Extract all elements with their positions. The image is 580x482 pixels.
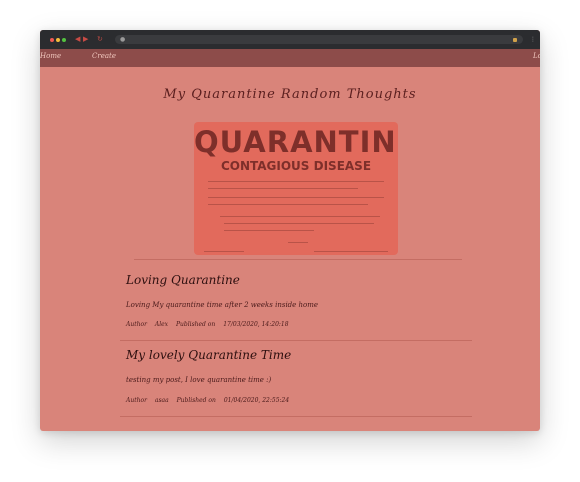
page-title: My Quarantine Random Thoughts xyxy=(163,87,417,102)
browser-window: ◀ ▶ ↻ ● ⋮ Home Create Lo My Quarantine R… xyxy=(40,30,540,431)
post-meta: Author asaa Published on 01/04/2020, 22:… xyxy=(126,397,295,404)
address-bar[interactable] xyxy=(115,35,523,44)
post-body: testing my post, I love quarantine time … xyxy=(126,376,272,384)
minimize-window-button[interactable] xyxy=(56,38,60,42)
menu-icon[interactable]: ⋮ xyxy=(530,36,536,43)
nav-home-link[interactable]: Home xyxy=(40,52,61,60)
extension-icon[interactable] xyxy=(513,38,517,42)
browser-toolbar: ◀ ▶ ↻ ● ⋮ xyxy=(40,30,540,49)
post-body: Loving My quarantine time after 2 weeks … xyxy=(126,301,319,309)
poster-title: QUARANTINE xyxy=(194,125,398,159)
author-name: Alex xyxy=(154,321,169,328)
published-date: 17/03/2020, 14:20:18 xyxy=(223,321,289,328)
author-label: Author xyxy=(126,321,147,328)
maximize-window-button[interactable] xyxy=(62,38,66,42)
post-meta: Author Alex Published on 17/03/2020, 14:… xyxy=(126,321,295,328)
back-arrow-icon[interactable]: ◀ xyxy=(75,35,80,43)
published-label: Published on xyxy=(176,397,216,404)
divider xyxy=(120,416,472,417)
reload-icon[interactable]: ↻ xyxy=(97,35,103,43)
author-label: Author xyxy=(126,397,147,404)
author-name: asaa xyxy=(154,397,169,404)
post-title[interactable]: Loving Quarantine xyxy=(126,273,240,287)
forward-arrow-icon[interactable]: ▶ xyxy=(83,35,88,43)
nav-logout-link[interactable]: Lo xyxy=(533,52,540,60)
poster-subtitle: CONTAGIOUS DISEASE xyxy=(220,159,372,173)
site-navbar: Home Create Lo xyxy=(40,49,540,67)
published-label: Published on xyxy=(175,321,216,328)
divider xyxy=(120,340,472,341)
post-title[interactable]: My lovely Quarantine Time xyxy=(126,348,291,362)
quarantine-poster-image: QUARANTINE CONTAGIOUS DISEASE xyxy=(194,122,398,255)
nav-create-link[interactable]: Create xyxy=(92,52,116,60)
published-date: 01/04/2020, 22:55:24 xyxy=(223,397,290,404)
close-window-button[interactable] xyxy=(50,38,54,42)
divider xyxy=(134,259,462,260)
lock-icon: ● xyxy=(120,36,126,43)
